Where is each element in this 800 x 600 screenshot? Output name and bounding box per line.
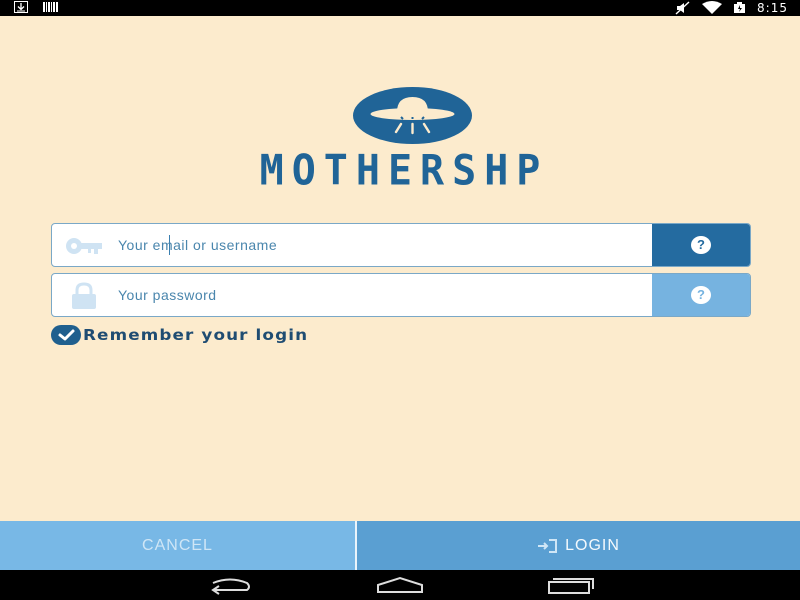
status-time: 8:15	[757, 1, 788, 15]
status-right-icons: 8:15	[675, 0, 788, 16]
password-input[interactable]	[118, 274, 698, 316]
status-bar: 8:15	[0, 0, 800, 16]
back-icon[interactable]	[205, 575, 255, 595]
login-button[interactable]: LOGIN	[357, 521, 800, 570]
help-icon: ?	[691, 236, 711, 254]
battery-icon	[734, 2, 746, 13]
brand-name: MOTHERSHP	[259, 146, 549, 196]
barcode-icon	[43, 2, 58, 12]
password-field[interactable]: ?	[51, 273, 751, 317]
lock-icon	[72, 282, 96, 309]
checkmark-icon	[51, 325, 81, 345]
ufo-icon	[353, 87, 472, 144]
sign-in-icon	[538, 538, 558, 553]
cancel-button[interactable]: CANCEL	[0, 521, 357, 570]
email-field[interactable]: ?	[51, 223, 751, 267]
cancel-label: CANCEL	[142, 536, 213, 554]
status-left-icons	[14, 1, 60, 13]
remember-login-label: Remember your login	[83, 326, 309, 344]
wifi-icon	[702, 1, 723, 14]
remember-login-checkbox[interactable]: Remember your login	[51, 325, 307, 345]
help-icon: ?	[691, 286, 711, 304]
navigation-bar	[0, 570, 800, 600]
home-icon[interactable]	[375, 575, 425, 595]
action-bar: CANCEL LOGIN	[0, 521, 800, 570]
brand-logo	[353, 87, 472, 144]
email-input[interactable]	[118, 224, 698, 266]
mute-icon	[675, 1, 690, 15]
download-icon	[14, 1, 28, 13]
email-help-button[interactable]: ?	[652, 224, 750, 266]
recent-apps-icon[interactable]	[546, 575, 596, 595]
login-label: LOGIN	[565, 536, 620, 554]
password-help-button[interactable]: ?	[652, 274, 750, 316]
key-icon	[66, 238, 102, 254]
